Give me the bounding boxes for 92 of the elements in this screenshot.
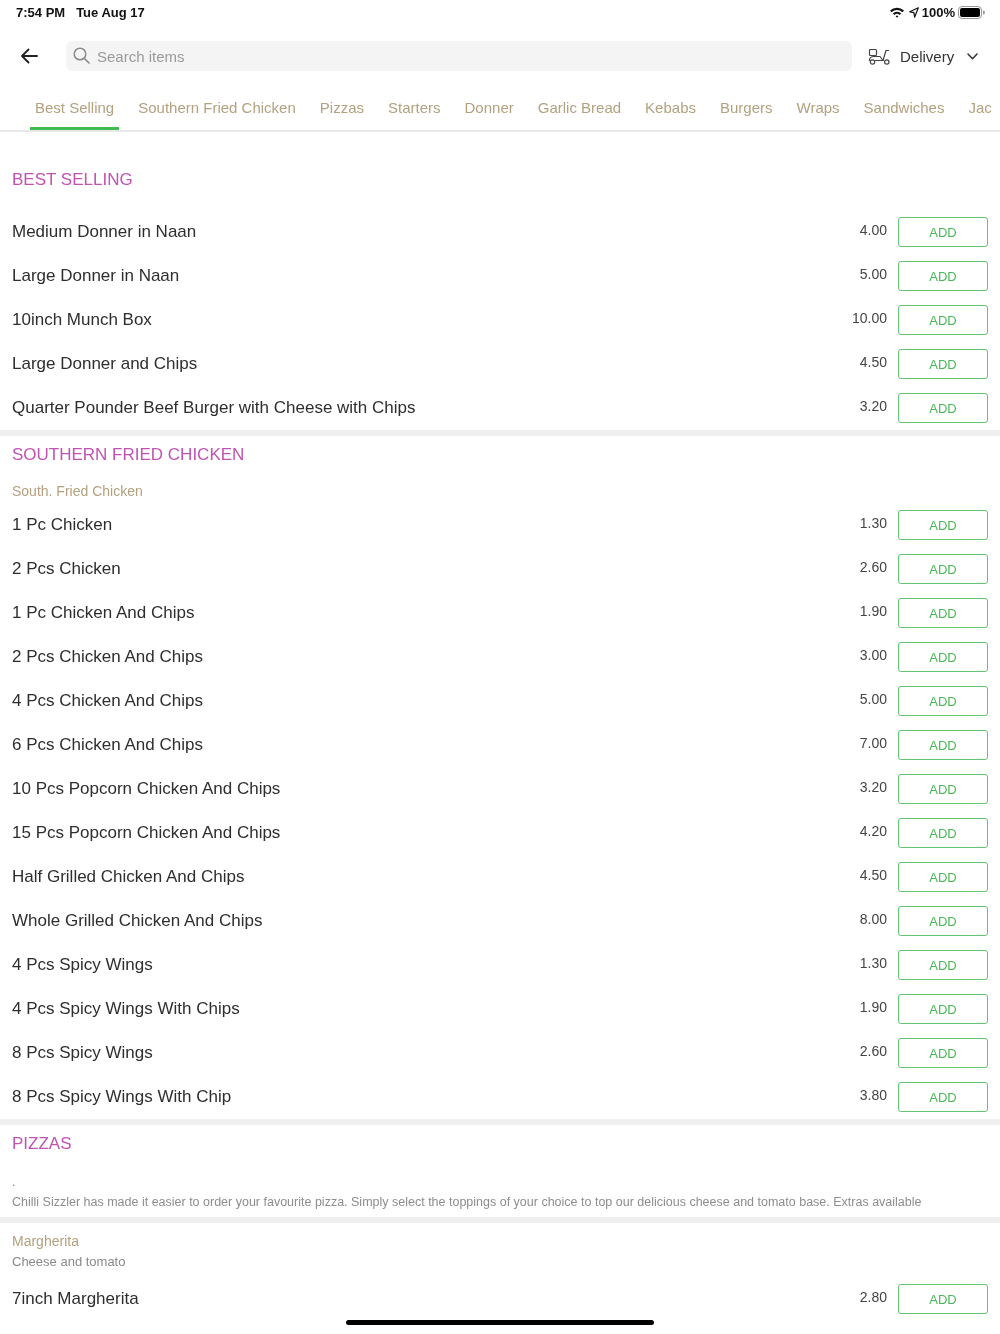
item-price: 3.80 bbox=[859, 1087, 887, 1103]
item-price: 1.30 bbox=[859, 515, 887, 531]
item-price: 4.00 bbox=[859, 222, 887, 238]
group-heading: Margherita bbox=[12, 1232, 79, 1250]
item-price: 1.90 bbox=[859, 999, 887, 1015]
item-name: 6 Pcs Chicken And Chips bbox=[12, 735, 203, 755]
add-button[interactable]: ADD bbox=[898, 1082, 988, 1112]
item-name: 15 Pcs Popcorn Chicken And Chips bbox=[12, 823, 281, 843]
search-field[interactable]: Search items bbox=[66, 41, 852, 71]
category-tab[interactable]: Southern Fried Chicken bbox=[133, 84, 301, 130]
add-button[interactable]: ADD bbox=[898, 217, 988, 247]
category-tab[interactable]: Kebabs bbox=[640, 84, 701, 130]
category-tab[interactable]: Sandwiches bbox=[858, 84, 950, 130]
status-time: 7:54 PM bbox=[16, 4, 66, 20]
status-date: Tue Aug 17 bbox=[76, 4, 145, 20]
item-name: 8 Pcs Spicy Wings bbox=[12, 1043, 153, 1063]
group-heading: South. Fried Chicken bbox=[12, 482, 143, 500]
item-name: Half Grilled Chicken And Chips bbox=[12, 867, 245, 887]
item-price: 3.20 bbox=[859, 398, 887, 414]
section-note: . bbox=[12, 1174, 16, 1190]
item-price: 4.50 bbox=[859, 867, 887, 883]
item-price: 2.60 bbox=[859, 1043, 887, 1059]
location-arrow-icon bbox=[908, 6, 919, 18]
add-button[interactable]: ADD bbox=[898, 598, 988, 628]
add-button[interactable]: ADD bbox=[898, 1038, 988, 1068]
category-tab[interactable]: Pizzas bbox=[314, 84, 369, 130]
item-price: 1.90 bbox=[859, 603, 887, 619]
back-arrow-icon bbox=[20, 48, 38, 64]
category-tab[interactable]: Jac bbox=[963, 84, 997, 130]
item-name: 10inch Munch Box bbox=[12, 310, 152, 330]
category-tab[interactable]: Garlic Bread bbox=[532, 84, 627, 130]
add-button[interactable]: ADD bbox=[898, 642, 988, 672]
item-name: 2 Pcs Chicken bbox=[12, 559, 121, 579]
category-tab[interactable]: Donner bbox=[459, 84, 519, 130]
item-name: 4 Pcs Chicken And Chips bbox=[12, 691, 203, 711]
add-button[interactable]: ADD bbox=[898, 686, 988, 716]
item-name: Medium Donner in Naan bbox=[12, 222, 197, 242]
item-name: 1 Pc Chicken And Chips bbox=[12, 603, 195, 623]
item-price: 8.00 bbox=[859, 911, 887, 927]
section-title: BEST SELLING bbox=[12, 170, 133, 190]
add-button[interactable]: ADD bbox=[898, 1284, 988, 1314]
item-price: 3.20 bbox=[859, 779, 887, 795]
category-tab[interactable]: Burgers bbox=[714, 84, 778, 130]
add-button[interactable]: ADD bbox=[898, 774, 988, 804]
item-name: Whole Grilled Chicken And Chips bbox=[12, 911, 263, 931]
search-icon bbox=[73, 47, 90, 64]
add-button[interactable]: ADD bbox=[898, 906, 988, 936]
add-button[interactable]: ADD bbox=[898, 950, 988, 980]
battery-icon bbox=[958, 5, 985, 19]
item-price: 4.20 bbox=[859, 823, 887, 839]
delivery-selector[interactable]: Delivery bbox=[868, 41, 979, 71]
item-price: 2.60 bbox=[859, 559, 887, 575]
item-name: 4 Pcs Spicy Wings With Chips bbox=[12, 999, 240, 1019]
section-description: Chilli Sizzler has made it easier to order your favourite pizza. Simply select the toppings of your choice to top our delicious cheese and tomato base. Extras available bbox=[12, 1194, 922, 1210]
back-button[interactable] bbox=[19, 46, 39, 66]
item-name: Large Donner in Naan bbox=[12, 266, 180, 286]
add-button[interactable]: ADD bbox=[898, 862, 988, 892]
wifi-icon bbox=[888, 6, 905, 18]
item-price: 5.00 bbox=[859, 691, 887, 707]
item-price: 1.30 bbox=[859, 955, 887, 971]
item-price: 4.50 bbox=[859, 354, 887, 370]
category-tab[interactable]: Wraps bbox=[791, 84, 845, 130]
add-button[interactable]: ADD bbox=[898, 730, 988, 760]
add-button[interactable]: ADD bbox=[898, 305, 988, 335]
item-price: 10.00 bbox=[851, 310, 887, 326]
item-name: Quarter Pounder Beef Burger with Cheese with Chips bbox=[12, 398, 416, 418]
item-name: Large Donner and Chips bbox=[12, 354, 198, 374]
add-button[interactable]: ADD bbox=[898, 349, 988, 379]
item-name: 2 Pcs Chicken And Chips bbox=[12, 647, 203, 667]
item-price: 5.00 bbox=[859, 266, 887, 282]
add-button[interactable]: ADD bbox=[898, 554, 988, 584]
item-name: 10 Pcs Popcorn Chicken And Chips bbox=[12, 779, 281, 799]
item-price: 3.00 bbox=[859, 647, 887, 663]
scooter-icon bbox=[868, 47, 891, 65]
category-tab[interactable]: Starters bbox=[383, 84, 446, 130]
item-name: 4 Pcs Spicy Wings bbox=[12, 955, 153, 975]
section-title: SOUTHERN FRIED CHICKEN bbox=[12, 445, 245, 465]
add-button[interactable]: ADD bbox=[898, 510, 988, 540]
section-title: PIZZAS bbox=[12, 1134, 72, 1154]
add-button[interactable]: ADD bbox=[898, 261, 988, 291]
add-button[interactable]: ADD bbox=[898, 994, 988, 1024]
chevron-down-icon bbox=[967, 52, 979, 60]
add-button[interactable]: ADD bbox=[898, 393, 988, 423]
item-name: 7inch Margherita bbox=[12, 1289, 139, 1309]
item-price: 7.00 bbox=[859, 735, 887, 751]
battery-percent: 100% bbox=[921, 4, 955, 20]
add-button[interactable]: ADD bbox=[898, 818, 988, 848]
item-name: 1 Pc Chicken bbox=[12, 515, 113, 535]
category-tab[interactable]: Best Selling bbox=[30, 84, 120, 130]
group-description: Cheese and tomato bbox=[12, 1254, 126, 1270]
item-price: 2.80 bbox=[859, 1289, 887, 1305]
item-name: 8 Pcs Spicy Wings With Chip bbox=[12, 1087, 232, 1107]
